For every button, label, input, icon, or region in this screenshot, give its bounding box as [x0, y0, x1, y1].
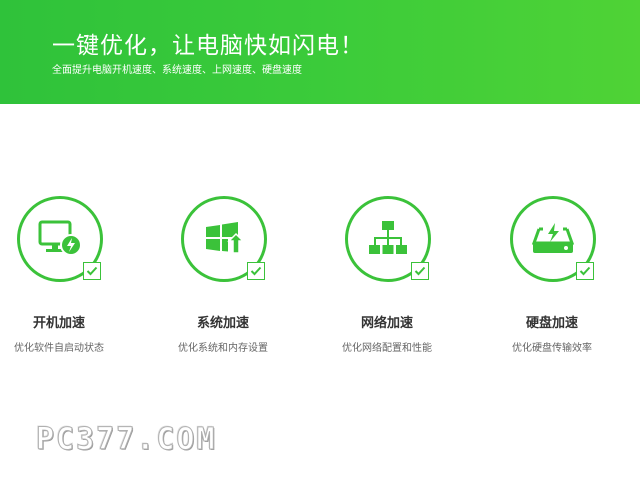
disk-checkbox[interactable]	[576, 262, 594, 280]
feature-icon-circle[interactable]	[181, 196, 271, 286]
checkmark-icon	[414, 266, 426, 276]
network-description: 优化网络配置和性能	[342, 343, 432, 354]
system-checkbox[interactable]	[247, 262, 265, 280]
network-checkbox[interactable]	[411, 262, 429, 280]
header-banner: 一键优化，让电脑快如闪电！ 全面提升电脑开机速度、系统速度、上网速度、硬盘速度	[0, 0, 640, 104]
system-description: 优化系统和内存设置	[178, 343, 268, 354]
boot-title: 开机加速	[32, 316, 85, 331]
watermark: PC377.COM	[36, 422, 217, 458]
network-title: 网络加速	[360, 316, 413, 331]
boot-checkbox[interactable]	[83, 262, 101, 280]
feature-card-system[interactable]: 系统加速 优化系统和内存设置	[143, 196, 303, 366]
checkmark-icon	[250, 266, 262, 276]
windows-up-arrow-icon	[206, 222, 245, 254]
checkmark-icon	[579, 266, 591, 276]
boot-description: 优化软件自启动状态	[14, 343, 104, 354]
feature-icon-circle[interactable]	[345, 196, 435, 286]
system-title: 系统加速	[196, 316, 249, 331]
disk-description: 优化硬盘传输效率	[512, 343, 592, 354]
feature-card-network[interactable]: 网络加速 优化网络配置和性能	[307, 196, 467, 366]
header-title: 一键优化，让电脑快如闪电！	[52, 33, 364, 59]
network-topology-icon	[369, 221, 407, 254]
header-subtitle: 全面提升电脑开机速度、系统速度、上网速度、硬盘速度	[52, 65, 302, 76]
monitor-lightning-icon	[38, 220, 82, 256]
disk-title: 硬盘加速	[525, 316, 578, 331]
feature-card-boot[interactable]: 开机加速 优化软件自启动状态	[0, 196, 139, 366]
feature-icon-circle[interactable]	[510, 196, 600, 286]
feature-card-disk[interactable]: 硬盘加速 优化硬盘传输效率	[472, 196, 632, 366]
feature-icon-circle[interactable]	[17, 196, 107, 286]
harddisk-lightning-icon	[531, 223, 575, 253]
checkmark-icon	[86, 266, 98, 276]
